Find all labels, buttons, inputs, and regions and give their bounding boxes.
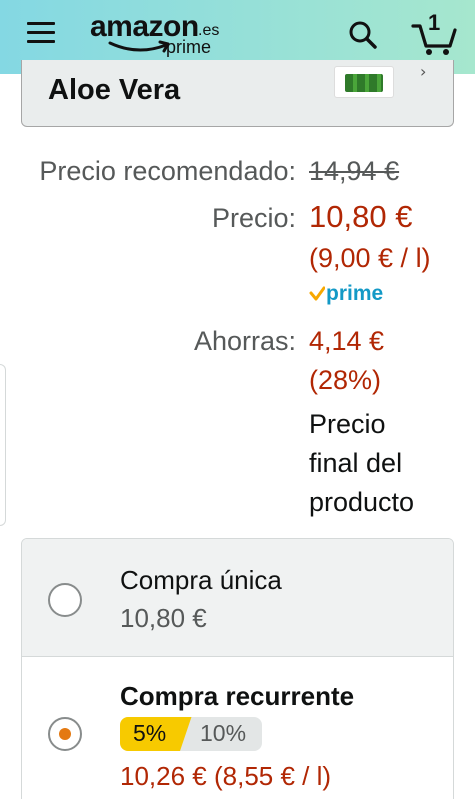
radio-one-time[interactable] <box>48 583 82 617</box>
radio-subscribe[interactable] <box>48 717 82 751</box>
search-icon[interactable] <box>348 20 378 50</box>
list-price: 14,94 € <box>309 156 400 186</box>
discount-other-label: 10% <box>200 720 247 746</box>
side-drawer-handle[interactable] <box>0 364 6 526</box>
product-title: Aloe Vera <box>48 74 181 106</box>
option-subscribe-price: 10,26 € (8,55 € / l) <box>120 761 332 791</box>
option-one-time-price: 10,80 € <box>120 603 207 633</box>
menu-icon[interactable] <box>27 22 55 44</box>
prime-label: prime <box>326 282 384 305</box>
discount-selected-label: 5% <box>133 720 167 746</box>
amazon-logo[interactable]: amazon .es prime <box>90 10 225 62</box>
option-subscribe-title: Compra recurrente <box>120 681 355 711</box>
product-header-card[interactable]: Aloe Vera › <box>21 60 454 127</box>
unit-price: (9,00 € / l) <box>309 243 431 273</box>
final-price-note-3: producto <box>309 487 415 517</box>
list-price-label: Precio recomendado: <box>39 156 296 186</box>
cart-icon[interactable]: 1 <box>410 10 458 56</box>
price-label: Precio: <box>211 203 296 233</box>
final-price-note-1: Precio <box>309 409 386 439</box>
prime-check-icon <box>309 286 325 301</box>
savings-value: 4,14 € <box>309 326 385 356</box>
savings-label: Ahorras: <box>193 326 296 356</box>
purchase-options: Compra única 10,80 € Compra recurrente 5… <box>21 538 454 799</box>
option-subscribe[interactable]: Compra recurrente 5% 10% 10,26 € (8,55 €… <box>22 657 453 799</box>
savings-percent: (28%) <box>309 365 382 395</box>
chevron-right-icon: › <box>420 62 427 81</box>
cart-count-badge: 1 <box>428 10 441 35</box>
option-one-time[interactable]: Compra única 10,80 € <box>22 539 453 657</box>
logo-smile-icon <box>108 40 170 53</box>
product-thumbnail <box>334 66 394 98</box>
price-value: 10,80 € <box>309 199 413 234</box>
logo-prime: prime <box>166 37 212 57</box>
option-one-time-title: Compra única <box>120 565 282 595</box>
final-price-note-2: final del <box>309 448 403 478</box>
